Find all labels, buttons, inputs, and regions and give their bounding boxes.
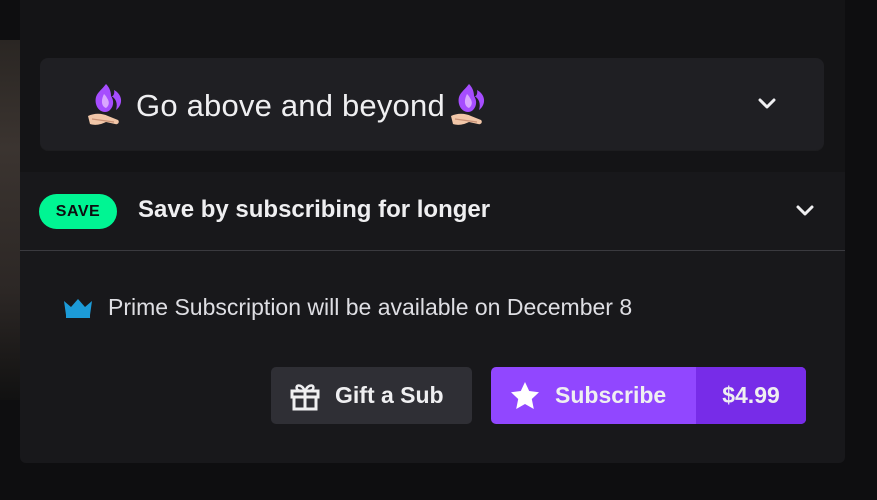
subscribe-label: Subscribe <box>555 382 667 408</box>
save-longer-label: Save by subscribing for longer <box>138 196 491 223</box>
save-longer-row[interactable]: SAVE Save by subscribing for longer <box>20 172 845 251</box>
subscribe-panel: Go above and beyond SAVE Save by subscri… <box>20 0 845 463</box>
price-label: $4.99 <box>722 382 780 408</box>
subscribe-price: $4.99 <box>696 367 806 424</box>
gift-sub-label: Gift a Sub <box>335 382 444 408</box>
tier-selector[interactable]: Go above and beyond <box>40 58 824 150</box>
chevron-down-icon[interactable] <box>794 200 816 222</box>
gift-sub-button[interactable]: Gift a Sub <box>271 367 472 424</box>
video-edge-background <box>0 40 22 400</box>
tier-title-row: Go above and beyond <box>84 80 497 132</box>
tier-title: Go above and beyond <box>136 88 445 123</box>
tier-section: Go above and beyond <box>20 0 845 172</box>
prime-notice-text: Prime Subscription will be available on … <box>108 294 633 320</box>
gift-icon <box>290 384 320 411</box>
save-badge: SAVE <box>39 194 117 229</box>
chevron-down-icon[interactable] <box>756 93 778 115</box>
purple-fire-hand-emote <box>88 84 122 125</box>
crown-icon <box>64 298 92 318</box>
star-icon <box>511 382 539 409</box>
purple-fire-hand-emote <box>450 84 484 125</box>
prime-notice: Prime Subscription will be available on … <box>62 294 632 321</box>
subscribe-button[interactable]: Subscribe $4.99 <box>491 367 806 424</box>
